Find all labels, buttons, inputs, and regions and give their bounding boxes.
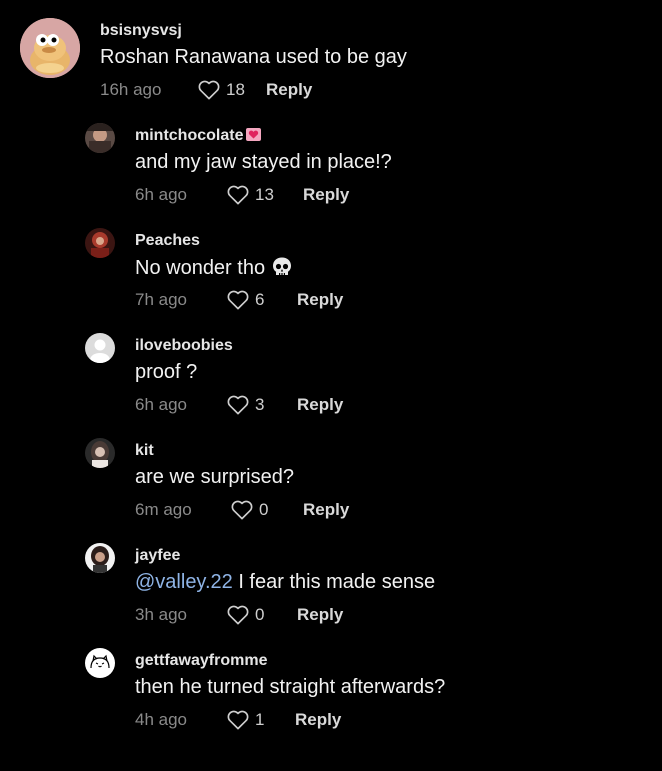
avatar[interactable] bbox=[85, 438, 115, 468]
reply-username[interactable]: kit bbox=[135, 442, 154, 460]
reply-button[interactable]: Reply bbox=[303, 500, 349, 520]
reply-text: proof ? bbox=[135, 361, 198, 383]
reply-timestamp: 7h ago bbox=[135, 290, 187, 309]
like-count: 13 bbox=[255, 185, 274, 204]
avatar[interactable] bbox=[85, 333, 115, 363]
default-avatar-icon bbox=[85, 333, 115, 363]
reply-text: are we surprised? bbox=[135, 466, 294, 488]
like-button[interactable]: 3 bbox=[227, 395, 297, 415]
reply-button[interactable]: Reply bbox=[297, 290, 343, 310]
like-button[interactable]: 13 bbox=[227, 185, 303, 205]
cat-drawing-icon bbox=[85, 648, 115, 678]
heart-icon bbox=[198, 80, 220, 100]
like-button[interactable]: 0 bbox=[227, 605, 297, 625]
reply-button[interactable]: Reply bbox=[297, 395, 343, 415]
like-count: 0 bbox=[255, 605, 265, 624]
user-photo-icon bbox=[85, 123, 115, 153]
reply-meta: 7h ago 6 Reply bbox=[135, 290, 343, 310]
comment-meta: 16h ago 18 Reply bbox=[100, 80, 312, 100]
avatar[interactable] bbox=[85, 123, 115, 153]
reply-timestamp: 3h ago bbox=[135, 605, 187, 624]
reply-username[interactable]: iloveboobies bbox=[135, 337, 233, 355]
cartoon-character-icon bbox=[20, 18, 80, 78]
user-photo-icon bbox=[85, 228, 115, 258]
like-count: 3 bbox=[255, 395, 265, 414]
reply-button[interactable]: Reply bbox=[297, 605, 343, 625]
reply-meta: 6m ago 0 Reply bbox=[135, 500, 349, 520]
like-count: 0 bbox=[259, 500, 269, 519]
like-count: 18 bbox=[226, 80, 245, 99]
like-count: 6 bbox=[255, 290, 265, 309]
skull-emoji-icon bbox=[273, 257, 292, 275]
reply-meta: 6h ago 13 Reply bbox=[135, 185, 349, 205]
avatar[interactable] bbox=[85, 648, 115, 678]
reply-timestamp: 6m ago bbox=[135, 500, 192, 519]
reply-meta: 6h ago 3 Reply bbox=[135, 395, 343, 415]
reply-username[interactable]: jayfee bbox=[135, 547, 180, 565]
reply-meta: 4h ago 1 Reply bbox=[135, 710, 341, 730]
like-button[interactable]: 0 bbox=[231, 500, 303, 520]
user-photo-icon bbox=[85, 438, 115, 468]
reply-timestamp: 6h ago bbox=[135, 395, 187, 414]
reply-text: then he turned straight afterwards? bbox=[135, 676, 446, 698]
user-photo-icon bbox=[85, 543, 115, 573]
heart-icon bbox=[227, 185, 249, 205]
reply-meta: 3h ago 0 Reply bbox=[135, 605, 343, 625]
like-button[interactable]: 6 bbox=[227, 290, 297, 310]
reply-button[interactable]: Reply bbox=[303, 185, 349, 205]
reply-text: No wonder tho bbox=[135, 256, 293, 280]
heart-icon bbox=[227, 605, 249, 625]
heart-icon bbox=[227, 290, 249, 310]
reply-text: @valley.22 I fear this made sense bbox=[135, 571, 436, 593]
reply-username[interactable]: mintchocolate bbox=[135, 127, 262, 145]
reply-timestamp: 4h ago bbox=[135, 710, 187, 729]
comment-timestamp: 16h ago bbox=[100, 80, 162, 99]
reply-button[interactable]: Reply bbox=[266, 80, 312, 100]
reply-username[interactable]: gettfawayfromme bbox=[135, 652, 267, 670]
reply-timestamp: 6h ago bbox=[135, 185, 187, 204]
reply-username[interactable]: Peaches bbox=[135, 232, 200, 250]
heart-icon bbox=[231, 500, 253, 520]
avatar[interactable] bbox=[20, 18, 80, 78]
comment-text: Roshan Ranawana used to be gay bbox=[100, 46, 407, 68]
like-count: 1 bbox=[255, 710, 265, 729]
heart-emoji-icon bbox=[246, 128, 262, 141]
comment-username[interactable]: bsisnysvsj bbox=[100, 22, 182, 40]
heart-icon bbox=[227, 710, 249, 730]
reply-text: and my jaw stayed in place!? bbox=[135, 151, 392, 173]
like-button[interactable]: 1 bbox=[227, 710, 295, 730]
reply-button[interactable]: Reply bbox=[295, 710, 341, 730]
mention-link[interactable]: @valley.22 bbox=[135, 571, 233, 593]
like-button[interactable]: 18 bbox=[198, 80, 266, 100]
avatar[interactable] bbox=[85, 543, 115, 573]
avatar[interactable] bbox=[85, 228, 115, 258]
heart-icon bbox=[227, 395, 249, 415]
